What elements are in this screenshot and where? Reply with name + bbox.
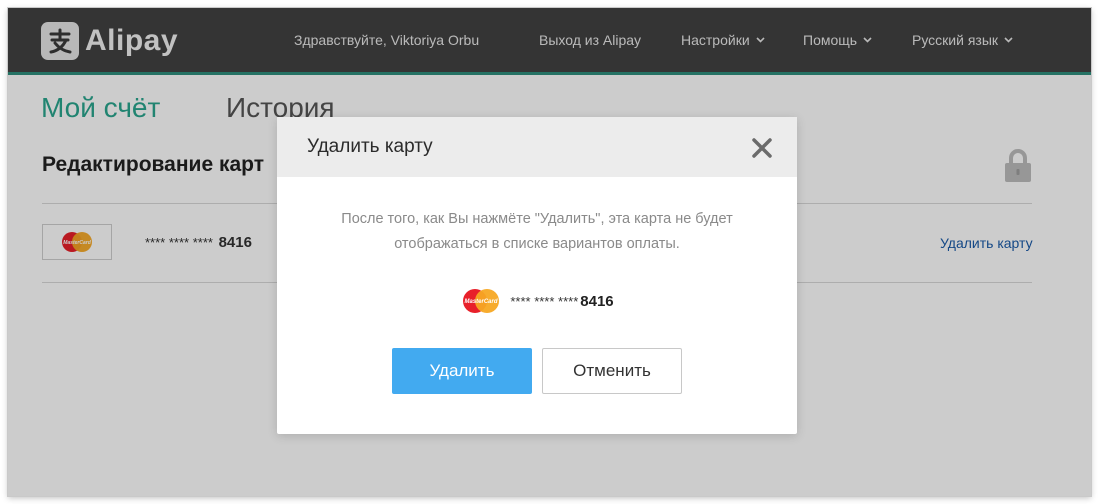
dialog-card-info: MasterCard **** **** **** 8416 [277, 288, 797, 314]
mastercard-icon: MasterCard [463, 289, 500, 313]
dialog-card-mask: **** **** **** [510, 293, 579, 309]
close-icon[interactable] [751, 137, 773, 159]
card-brand-text: MasterCard [465, 299, 498, 305]
dialog-message-line2: отображаться в списке вариантов оплаты. [394, 236, 680, 252]
dialog-message-line1: После того, как Вы нажмёте "Удалить", эт… [341, 211, 733, 227]
dialog-header: Удалить карту [277, 117, 797, 177]
dialog-card-last4: 8416 [580, 292, 614, 310]
browser-viewport: Alipay Здравствуйте, Viktoriya Orbu Выхо… [8, 8, 1091, 496]
dialog-title: Удалить карту [307, 136, 433, 157]
delete-card-dialog: Удалить карту После того, как Вы нажмёте… [277, 117, 797, 434]
delete-button[interactable]: Удалить [392, 348, 532, 394]
dialog-message: После того, как Вы нажмёте "Удалить", эт… [297, 207, 777, 257]
cancel-button[interactable]: Отменить [542, 348, 682, 394]
